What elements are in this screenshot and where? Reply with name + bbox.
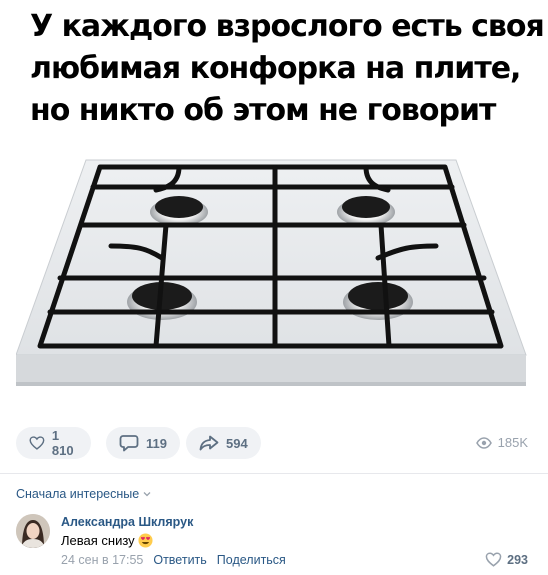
comments-sort-dropdown[interactable]: Сначала интересные xyxy=(16,487,151,501)
post-title-line-3: но никто об этом не говорит xyxy=(30,93,496,128)
comment-meta: 24 сен в 17:55 Ответить Поделиться xyxy=(61,553,286,567)
avatar[interactable] xyxy=(16,514,50,548)
comment-icon xyxy=(119,435,139,452)
comment-time[interactable]: 24 сен в 17:55 xyxy=(61,553,143,567)
share-count: 594 xyxy=(226,435,248,451)
avatar-photo xyxy=(16,514,50,548)
comment-author[interactable]: Александра Шклярук xyxy=(61,515,193,529)
views-counter: 185K xyxy=(475,435,528,450)
chevron-down-icon xyxy=(143,492,151,497)
like-button[interactable]: 1 810 xyxy=(16,427,91,459)
heart-icon xyxy=(29,436,45,450)
comment-count: 119 xyxy=(146,435,167,451)
comment-button[interactable]: 119 xyxy=(106,427,180,459)
section-divider xyxy=(0,473,548,474)
comment-text-content: Левая снизу xyxy=(61,533,135,548)
heart-eyes-emoji-icon xyxy=(138,533,153,548)
comment-like-button[interactable]: 293 xyxy=(485,552,528,567)
comment-item: Александра Шклярук Левая снизу 24 сен в … xyxy=(16,512,528,572)
share-button[interactable]: 594 xyxy=(186,427,261,459)
post-image[interactable] xyxy=(15,150,528,390)
reply-link[interactable]: Ответить xyxy=(153,553,206,567)
share-link[interactable]: Поделиться xyxy=(217,553,286,567)
post-title-line-2: любимая конфорка на плите, xyxy=(30,51,521,86)
heart-icon xyxy=(485,552,502,567)
comment-like-count: 293 xyxy=(507,552,528,567)
post-title: У каждого взрослого есть своя любимая ко… xyxy=(30,6,545,132)
sort-label: Сначала интересные xyxy=(16,487,140,501)
like-count: 1 810 xyxy=(51,428,74,458)
stove-illustration xyxy=(15,150,528,390)
views-count: 185K xyxy=(497,435,528,450)
comment-text: Левая снизу xyxy=(61,533,153,548)
post-title-line-1: У каждого взрослого есть своя xyxy=(30,9,545,44)
eye-icon xyxy=(475,436,492,449)
share-arrow-icon xyxy=(199,435,219,451)
